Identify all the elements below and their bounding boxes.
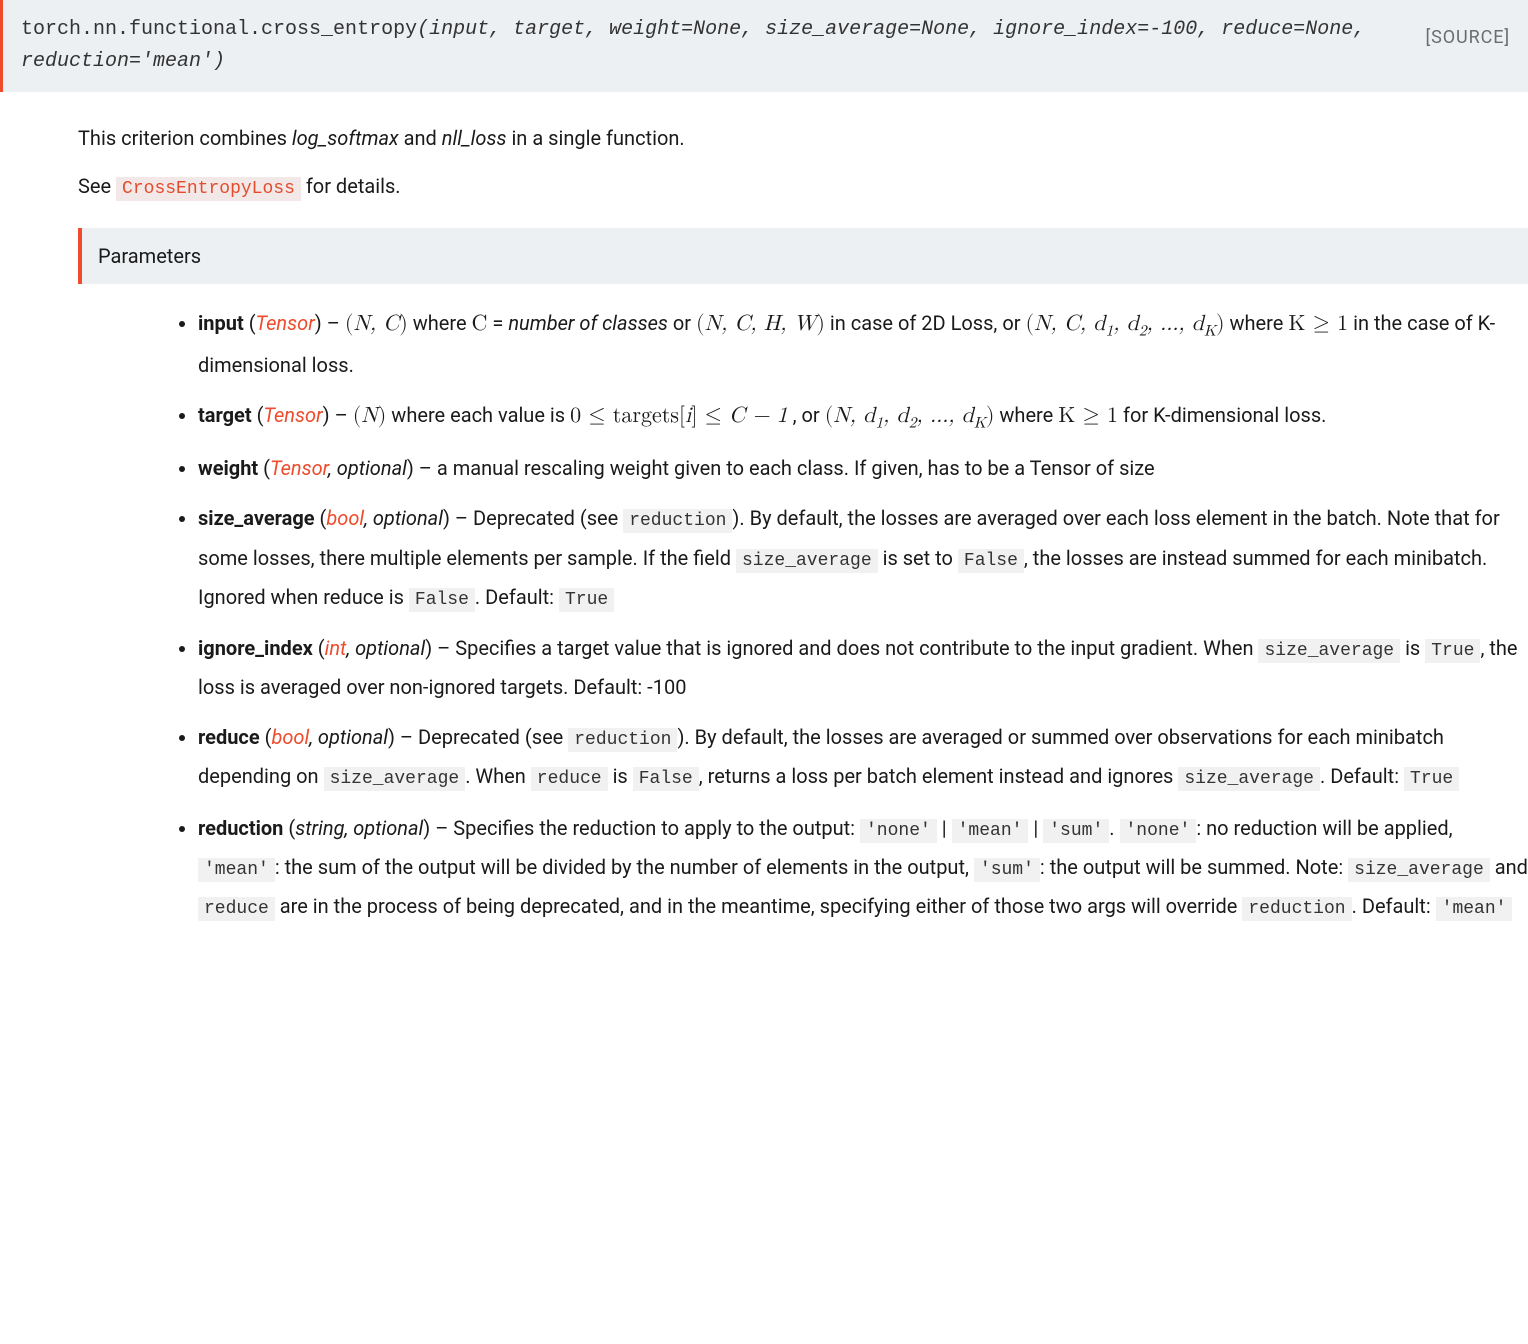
param-reduction: reduction (string, optional) – Specifies… bbox=[198, 809, 1528, 927]
param-ignore-index: ignore_index (int, optional) – Specifies… bbox=[198, 629, 1528, 706]
sig-prefix: torch.nn.functional. bbox=[21, 18, 261, 41]
intro-em1: log_softmax bbox=[292, 126, 399, 150]
math-nc: (N, C) bbox=[345, 313, 408, 335]
tensor-type-link[interactable]: Tensor bbox=[270, 456, 328, 480]
cross-entropy-loss-link[interactable]: CrossEntropyLoss bbox=[116, 177, 301, 201]
math-ncd: (N, C, d1, d2, ..., dK) bbox=[1025, 313, 1224, 335]
param-input: input (Tensor) – (N, C) where C = number… bbox=[198, 304, 1528, 384]
tensor-type-link[interactable]: Tensor bbox=[263, 403, 322, 427]
intro-em2: nll_loss bbox=[442, 126, 507, 150]
sig-name: cross_entropy bbox=[261, 18, 417, 41]
function-signature: torch.nn.functional.cross_entropy(input,… bbox=[0, 0, 1528, 92]
param-size-average: size_average (bool, optional) – Deprecat… bbox=[198, 499, 1528, 617]
bool-type-link[interactable]: bool bbox=[326, 506, 364, 530]
parameter-list: input (Tensor) – (N, C) where C = number… bbox=[78, 304, 1528, 926]
param-weight: weight (Tensor, optional) – a manual res… bbox=[198, 449, 1528, 487]
math-nchw: (N, C, H, W) bbox=[696, 313, 825, 335]
parameters-header: Parameters bbox=[78, 228, 1528, 284]
signature-text: torch.nn.functional.cross_entropy(input,… bbox=[21, 14, 1405, 78]
param-reduce: reduce (bool, optional) – Deprecated (se… bbox=[198, 718, 1528, 796]
see-also: See CrossEntropyLoss for details. bbox=[78, 170, 1528, 204]
bool-type-link[interactable]: bool bbox=[271, 725, 309, 749]
tensor-type-link[interactable]: Tensor bbox=[256, 311, 315, 335]
param-target: target (Tensor) – (N) where each value i… bbox=[198, 396, 1528, 438]
intro-paragraph: This criterion combines log_softmax and … bbox=[78, 122, 1528, 154]
source-link[interactable]: [SOURCE] bbox=[1425, 14, 1510, 53]
doc-body: This criterion combines log_softmax and … bbox=[0, 92, 1528, 926]
int-type-link[interactable]: int bbox=[325, 636, 347, 660]
